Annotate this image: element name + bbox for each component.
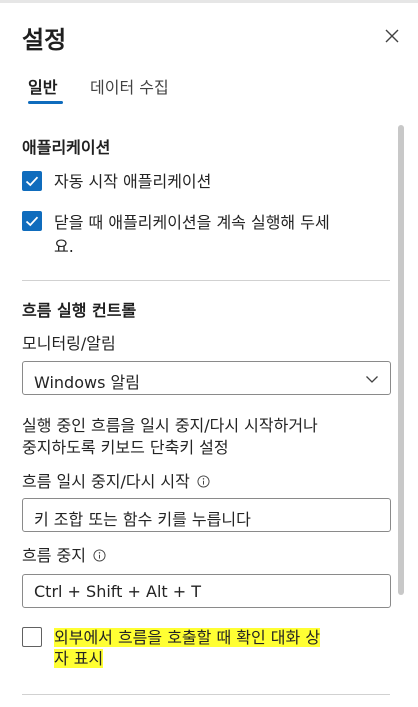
keep-running-checkbox[interactable] [22,211,42,231]
top-border [0,0,418,3]
section-divider [22,280,390,281]
stop-shortcut-input[interactable]: Ctrl + Shift + Alt + T [22,574,391,608]
pause-shortcut-value: 키 조합 또는 함수 키를 누릅니다 [34,510,251,529]
monitoring-label: 모니터링/알림 [22,334,116,353]
active-tab-indicator [28,101,63,104]
pause-label: 흐름 일시 중지/다시 시작 [22,472,190,491]
info-icon[interactable] [93,549,106,562]
close-icon[interactable] [380,24,404,48]
pause-label-row: 흐름 일시 중지/다시 시작 [22,468,210,492]
stop-shortcut-value: Ctrl + Shift + Alt + T [34,582,202,601]
stop-label: 흐름 중지 [22,546,86,565]
settings-panel: 설정 일반 데이터 수집 애플리케이션 자동 시작 애플리케이션 닫을 때 애플… [0,0,418,707]
tab-general[interactable]: 일반 [28,74,57,98]
section-divider [22,694,390,695]
shortcut-description-line2: 중지하도록 키보드 단축키 설정 [22,438,229,457]
keep-running-label-line2[interactable]: 요. [54,236,74,257]
auto-start-label[interactable]: 자동 시작 애플리케이션 [54,171,211,192]
checkmark-icon [25,216,39,227]
confirm-dialog-label-line2: 자 표시 [54,649,104,668]
confirm-dialog-checkbox[interactable] [22,627,42,647]
checkmark-icon [25,176,39,187]
monitoring-dropdown[interactable]: Windows 알림 [22,361,391,395]
stop-label-row: 흐름 중지 [22,542,106,566]
keep-running-label-line1[interactable]: 닫을 때 애플리케이션을 계속 실행해 두세 [54,212,330,233]
tab-data-collection[interactable]: 데이터 수집 [90,74,169,98]
panel-title: 설정 [22,26,67,54]
flow-controls-heading: 흐름 실행 컨트롤 [22,301,137,320]
shortcut-description-line1: 실행 중인 흐름을 일시 중지/다시 시작하거나 [22,416,318,435]
info-icon[interactable] [197,475,210,488]
applications-heading: 애플리케이션 [22,138,111,157]
confirm-dialog-label-line1: 외부에서 흐름을 호출할 때 확인 대화 상 [54,628,321,647]
scrollbar-thumb[interactable] [398,125,404,595]
monitoring-selected-value: Windows 알림 [34,373,140,392]
confirm-dialog-label[interactable]: 외부에서 흐름을 호출할 때 확인 대화 상 자 표시 [54,627,321,669]
auto-start-checkbox[interactable] [22,171,42,191]
chevron-down-icon [366,376,378,383]
pause-shortcut-input[interactable]: 키 조합 또는 함수 키를 누릅니다 [22,498,391,532]
